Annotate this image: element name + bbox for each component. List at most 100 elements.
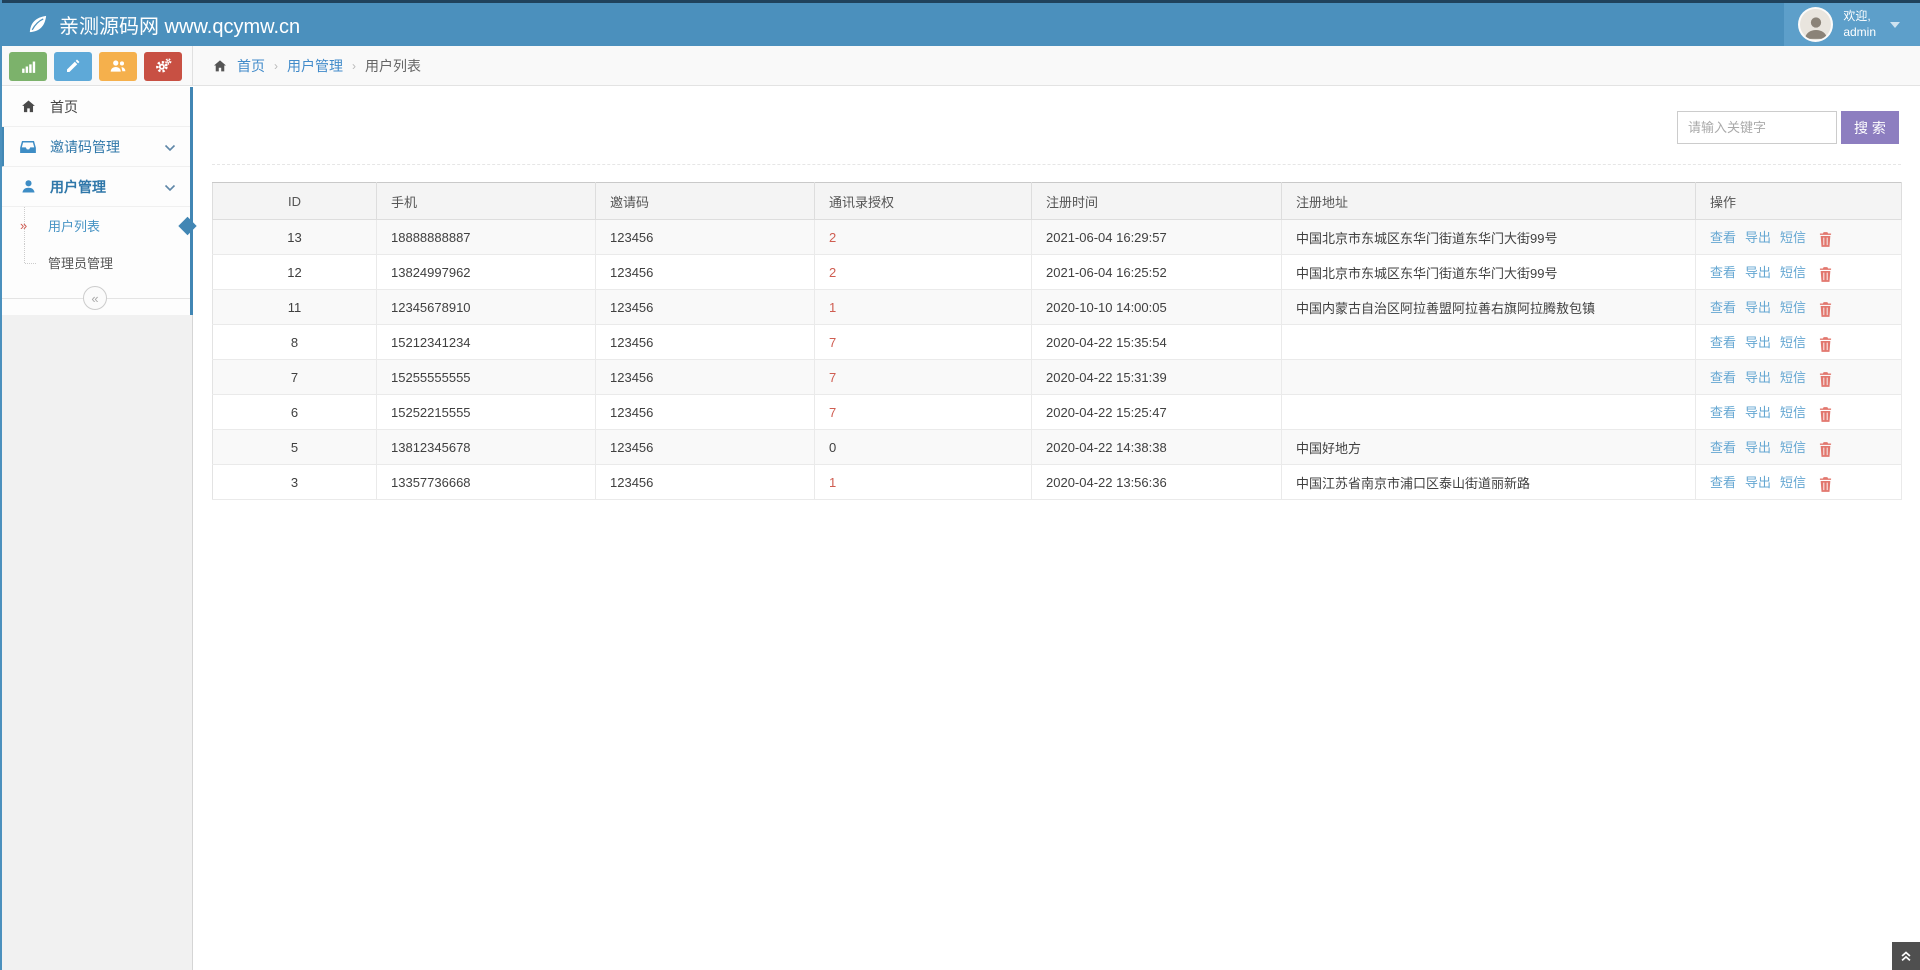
cell-code: 123456 [596, 255, 815, 290]
sidebar-item-invite-manage[interactable]: 邀请码管理 [0, 127, 190, 167]
user-menu[interactable]: 欢迎, admin [1784, 3, 1920, 46]
export-link[interactable]: 导出 [1745, 230, 1771, 245]
view-link[interactable]: 查看 [1710, 440, 1736, 455]
sms-link[interactable]: 短信 [1780, 440, 1806, 455]
search-input[interactable] [1677, 111, 1837, 144]
table-row: 51381234567812345602020-04-22 14:38:38中国… [213, 430, 1902, 465]
cell-phone: 13357736668 [377, 465, 596, 500]
cell-auth: 7 [815, 360, 1032, 395]
table-row: 61525221555512345672020-04-22 15:25:47查看… [213, 395, 1902, 430]
sidebar-subitem-label: 管理员管理 [48, 253, 113, 272]
delete-icon[interactable] [1819, 477, 1832, 492]
sidebar-collapse-button[interactable]: « [83, 286, 107, 310]
cell-code: 123456 [596, 465, 815, 500]
home-icon [212, 58, 228, 74]
cell-addr [1282, 325, 1696, 360]
delete-icon[interactable] [1819, 337, 1832, 352]
sms-link[interactable]: 短信 [1780, 300, 1806, 315]
view-link[interactable]: 查看 [1710, 370, 1736, 385]
search-button[interactable]: 搜 索 [1841, 111, 1899, 144]
site-title: 亲测源码网 www.qcymw.cn [59, 10, 300, 39]
breadcrumb-section[interactable]: 用户管理 [287, 56, 343, 76]
view-link[interactable]: 查看 [1710, 335, 1736, 350]
cell-id: 12 [213, 255, 377, 290]
main-content: 搜 索 ID 手机 邀请码 通讯录授权 注册时间 注册地址 操作 1318888… [193, 87, 1920, 970]
table-row: 81521234123412345672020-04-22 15:35:54查看… [213, 325, 1902, 360]
view-link[interactable]: 查看 [1710, 300, 1736, 315]
user-table: ID 手机 邀请码 通讯录授权 注册时间 注册地址 操作 13188888888… [212, 182, 1901, 500]
divider [212, 164, 1901, 165]
export-link[interactable]: 导出 [1745, 475, 1771, 490]
cell-code: 123456 [596, 220, 815, 255]
cell-phone: 18888888887 [377, 220, 596, 255]
cell-code: 123456 [596, 360, 815, 395]
cell-addr: 中国北京市东城区东华门街道东华门大街99号 [1282, 255, 1696, 290]
cell-code: 123456 [596, 430, 815, 465]
delete-icon[interactable] [1819, 302, 1832, 317]
scroll-to-top-button[interactable] [1892, 942, 1920, 970]
sms-link[interactable]: 短信 [1780, 230, 1806, 245]
cell-code: 123456 [596, 290, 815, 325]
sms-link[interactable]: 短信 [1780, 370, 1806, 385]
view-link[interactable]: 查看 [1710, 230, 1736, 245]
sms-link[interactable]: 短信 [1780, 335, 1806, 350]
cell-id: 3 [213, 465, 377, 500]
export-link[interactable]: 导出 [1745, 370, 1771, 385]
users-icon [109, 57, 127, 75]
cell-addr: 中国内蒙古自治区阿拉善盟阿拉善右旗阿拉腾敖包镇 [1282, 290, 1696, 325]
cell-ops: 查看导出短信 [1696, 255, 1902, 290]
view-link[interactable]: 查看 [1710, 475, 1736, 490]
sidebar-item-label: 首页 [50, 97, 78, 117]
home-icon [17, 98, 39, 115]
export-link[interactable]: 导出 [1745, 335, 1771, 350]
cell-ops: 查看导出短信 [1696, 465, 1902, 500]
search-bar: 搜 索 [1677, 111, 1899, 144]
view-link[interactable]: 查看 [1710, 405, 1736, 420]
cell-addr [1282, 360, 1696, 395]
sidebar-item-home[interactable]: 首页 [0, 87, 190, 127]
sms-link[interactable]: 短信 [1780, 475, 1806, 490]
cell-auth: 0 [815, 430, 1032, 465]
breadcrumb-current: 用户列表 [365, 56, 421, 76]
delete-icon[interactable] [1819, 232, 1832, 247]
sidebar-subitem-user-list[interactable]: » 用户列表 [0, 207, 190, 244]
sms-link[interactable]: 短信 [1780, 265, 1806, 280]
chevron-down-icon [164, 139, 176, 155]
cell-id: 13 [213, 220, 377, 255]
delete-icon[interactable] [1819, 407, 1832, 422]
cell-auth: 2 [815, 255, 1032, 290]
user-icon [17, 178, 39, 195]
breadcrumb-home[interactable]: 首页 [237, 56, 265, 76]
toolbar: 首页 › 用户管理 › 用户列表 [0, 46, 1920, 86]
delete-icon[interactable] [1819, 372, 1832, 387]
sidebar-item-user-manage[interactable]: 用户管理 [0, 167, 190, 207]
sidebar-empty-area [0, 315, 193, 970]
sidebar-subitem-admin-manage[interactable]: 管理员管理 [0, 244, 190, 281]
cell-addr [1282, 395, 1696, 430]
edit-button[interactable] [54, 52, 92, 81]
export-link[interactable]: 导出 [1745, 405, 1771, 420]
cell-id: 6 [213, 395, 377, 430]
delete-icon[interactable] [1819, 267, 1832, 282]
users-button[interactable] [99, 52, 137, 81]
export-link[interactable]: 导出 [1745, 440, 1771, 455]
settings-button[interactable] [144, 52, 182, 81]
cell-ops: 查看导出短信 [1696, 290, 1902, 325]
cell-time: 2020-04-22 15:31:39 [1032, 360, 1282, 395]
cell-addr: 中国江苏省南京市浦口区泰山街道丽新路 [1282, 465, 1696, 500]
cell-phone: 13812345678 [377, 430, 596, 465]
breadcrumb: 首页 › 用户管理 › 用户列表 [212, 46, 421, 86]
welcome-label: 欢迎, [1843, 9, 1876, 25]
gears-icon [154, 57, 172, 75]
breadcrumb-separator: › [352, 59, 356, 73]
export-link[interactable]: 导出 [1745, 300, 1771, 315]
cell-time: 2020-04-22 15:25:47 [1032, 395, 1282, 430]
pencil-icon [65, 58, 81, 74]
chart-button[interactable] [9, 52, 47, 81]
view-link[interactable]: 查看 [1710, 265, 1736, 280]
cell-id: 8 [213, 325, 377, 360]
cell-addr: 中国北京市东城区东华门街道东华门大街99号 [1282, 220, 1696, 255]
sms-link[interactable]: 短信 [1780, 405, 1806, 420]
delete-icon[interactable] [1819, 442, 1832, 457]
export-link[interactable]: 导出 [1745, 265, 1771, 280]
